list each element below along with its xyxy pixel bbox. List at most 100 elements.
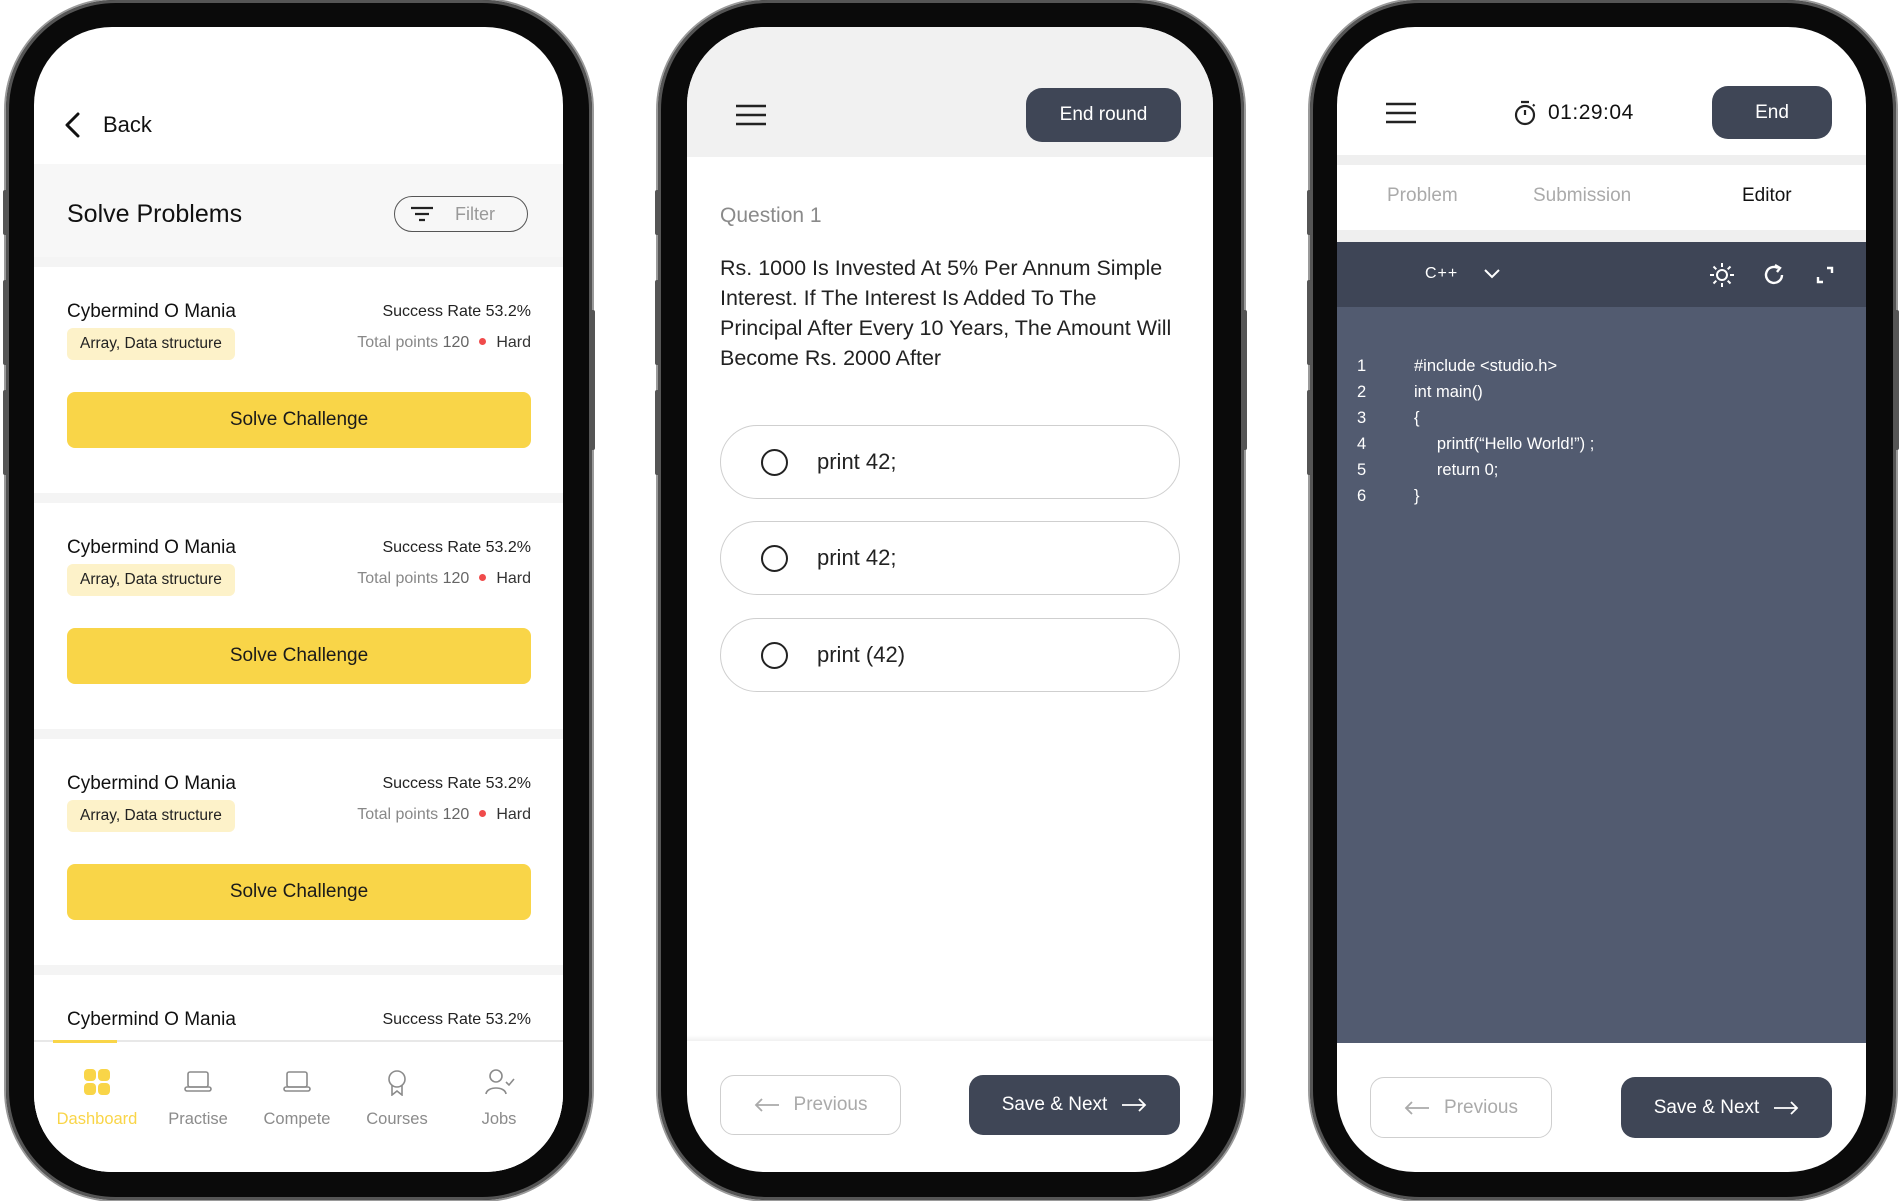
laptop-icon (184, 1071, 212, 1092)
answer-option[interactable]: print 42; (720, 521, 1180, 595)
tab-problem[interactable]: Problem (1387, 185, 1458, 207)
question-text: Rs. 1000 Is Invested At 5% Per Annum Sim… (720, 256, 1172, 370)
points-label: Total points (357, 334, 439, 351)
expand-icon[interactable] (1815, 265, 1835, 285)
problem-card: Cybermind O Mania Success Rate 53.2% Arr… (34, 729, 563, 965)
line-number: 4 (1357, 435, 1367, 453)
save-next-button[interactable]: Save & Next (1621, 1077, 1832, 1138)
save-next-label: Save & Next (1653, 1096, 1760, 1118)
code-text: { (1414, 409, 1420, 427)
previous-button[interactable]: Previous (720, 1075, 901, 1135)
problems-screen: Back Solve Problems Filter Cybermind O M… (34, 27, 563, 1172)
topic-tag: Array, Data structure (67, 800, 235, 832)
line-number: 3 (1357, 409, 1367, 427)
language-label: C++ (1425, 265, 1459, 282)
chevron-down-icon (1484, 269, 1500, 279)
grid-icon (84, 1069, 110, 1095)
save-next-button[interactable]: Save & Next (969, 1075, 1180, 1135)
nav-practise[interactable]: Practise (148, 1042, 248, 1152)
end-round-button[interactable]: End round (1026, 88, 1181, 142)
timer: 01:29:04 (1548, 101, 1634, 124)
tab-submission[interactable]: Submission (1533, 185, 1631, 207)
code-editor[interactable]: 1 #include <studio.h> 2 int main() 3 { 4 pr… (1337, 307, 1866, 1043)
line-number: 2 (1357, 383, 1367, 401)
success-rate: Success Rate 53.2% (382, 539, 531, 556)
nav-label: Jobs (481, 1110, 517, 1128)
problem-title: Cybermind O Mania (67, 301, 236, 322)
arrow-left-icon (1404, 1100, 1430, 1115)
bottom-nav: Dashboard Practise Compete Courses Jobs (34, 1040, 563, 1172)
problem-title: Cybermind O Mania (67, 1009, 236, 1030)
difficulty-dot-icon (479, 574, 487, 582)
code-text: } (1414, 487, 1420, 505)
quiz-header: End round (687, 27, 1213, 157)
laptop-icon (283, 1071, 311, 1092)
solve-challenge-button[interactable]: Solve Challenge (67, 628, 531, 684)
hamburger-menu-icon[interactable] (735, 103, 767, 127)
answer-option[interactable]: print 42; (720, 425, 1180, 499)
answer-option[interactable]: print (42) (720, 618, 1180, 692)
nav-label: Courses (366, 1110, 428, 1128)
difficulty: Hard (496, 334, 531, 351)
radio-button[interactable] (761, 642, 788, 669)
hamburger-menu-icon[interactable] (1385, 101, 1417, 125)
code-text: #include <studio.h> (1414, 357, 1558, 375)
points-value: 120 (442, 334, 470, 351)
language-select[interactable]: C++ (1425, 260, 1515, 290)
line-number: 1 (1357, 357, 1367, 375)
previous-button[interactable]: Previous (1370, 1077, 1552, 1138)
tab-editor[interactable]: Editor (1742, 185, 1792, 207)
difficulty: Hard (496, 570, 531, 587)
question-label: Question 1 (720, 204, 822, 227)
problem-card: Cybermind O Mania Success Rate 53.2% Arr… (34, 493, 563, 729)
arrow-left-icon (754, 1098, 779, 1112)
previous-label: Previous (1444, 1096, 1518, 1118)
solve-challenge-button[interactable]: Solve Challenge (67, 864, 531, 920)
difficulty-dot-icon (479, 338, 487, 346)
previous-label: Previous (793, 1094, 868, 1115)
points-info: Total points 120 Hard (357, 334, 531, 352)
footer-divider (687, 1035, 1213, 1041)
problem-title: Cybermind O Mania (67, 537, 236, 558)
end-button[interactable]: End (1712, 86, 1832, 139)
nav-courses[interactable]: Courses (347, 1042, 447, 1152)
arrow-right-icon (1122, 1098, 1147, 1112)
tab-bar: Problem Submission Editor (1337, 165, 1866, 230)
nav-label: Practise (168, 1110, 228, 1128)
nav-label: Dashboard (56, 1110, 138, 1128)
option-text: print (42) (817, 642, 906, 667)
line-number: 6 (1357, 487, 1367, 505)
refresh-icon[interactable] (1762, 263, 1786, 287)
points-value: 120 (442, 570, 470, 587)
success-rate: Success Rate 53.2% (382, 775, 531, 792)
problem-card: Cybermind O Mania Success Rate 53.2% Arr… (34, 257, 563, 493)
quiz-screen: End round Question 1 Rs. 1000 Is Investe… (687, 27, 1213, 1172)
back-button[interactable]: Back (60, 105, 180, 145)
arrow-right-icon (1774, 1100, 1799, 1115)
radio-button[interactable] (761, 449, 788, 476)
problem-title: Cybermind O Mania (67, 773, 236, 794)
section-header: Solve Problems Filter (34, 164, 563, 267)
solve-challenge-button[interactable]: Solve Challenge (67, 392, 531, 448)
award-icon (388, 1070, 406, 1096)
option-text: print 42; (817, 545, 897, 570)
points-label: Total points (357, 570, 439, 587)
topic-tag: Array, Data structure (67, 328, 235, 360)
filter-button[interactable]: Filter (394, 196, 528, 232)
editor-toolbar: C++ (1337, 242, 1866, 307)
line-number: 5 (1357, 461, 1367, 479)
page-title: Solve Problems (67, 200, 243, 228)
code-text: return 0; (1414, 461, 1499, 479)
user-check-icon (485, 1069, 515, 1095)
points-value: 120 (442, 806, 470, 823)
filter-label: Filter (455, 204, 495, 224)
nav-jobs[interactable]: Jobs (449, 1042, 549, 1152)
editor-screen: 01:29:04 End Problem Submission Editor C… (1337, 27, 1866, 1172)
divider (1337, 155, 1866, 165)
nav-dashboard[interactable]: Dashboard (47, 1042, 147, 1152)
nav-compete[interactable]: Compete (247, 1042, 347, 1152)
code-text: int main() (1414, 383, 1483, 401)
radio-button[interactable] (761, 545, 788, 572)
back-label: Back (103, 112, 152, 137)
sun-icon[interactable] (1709, 262, 1735, 288)
